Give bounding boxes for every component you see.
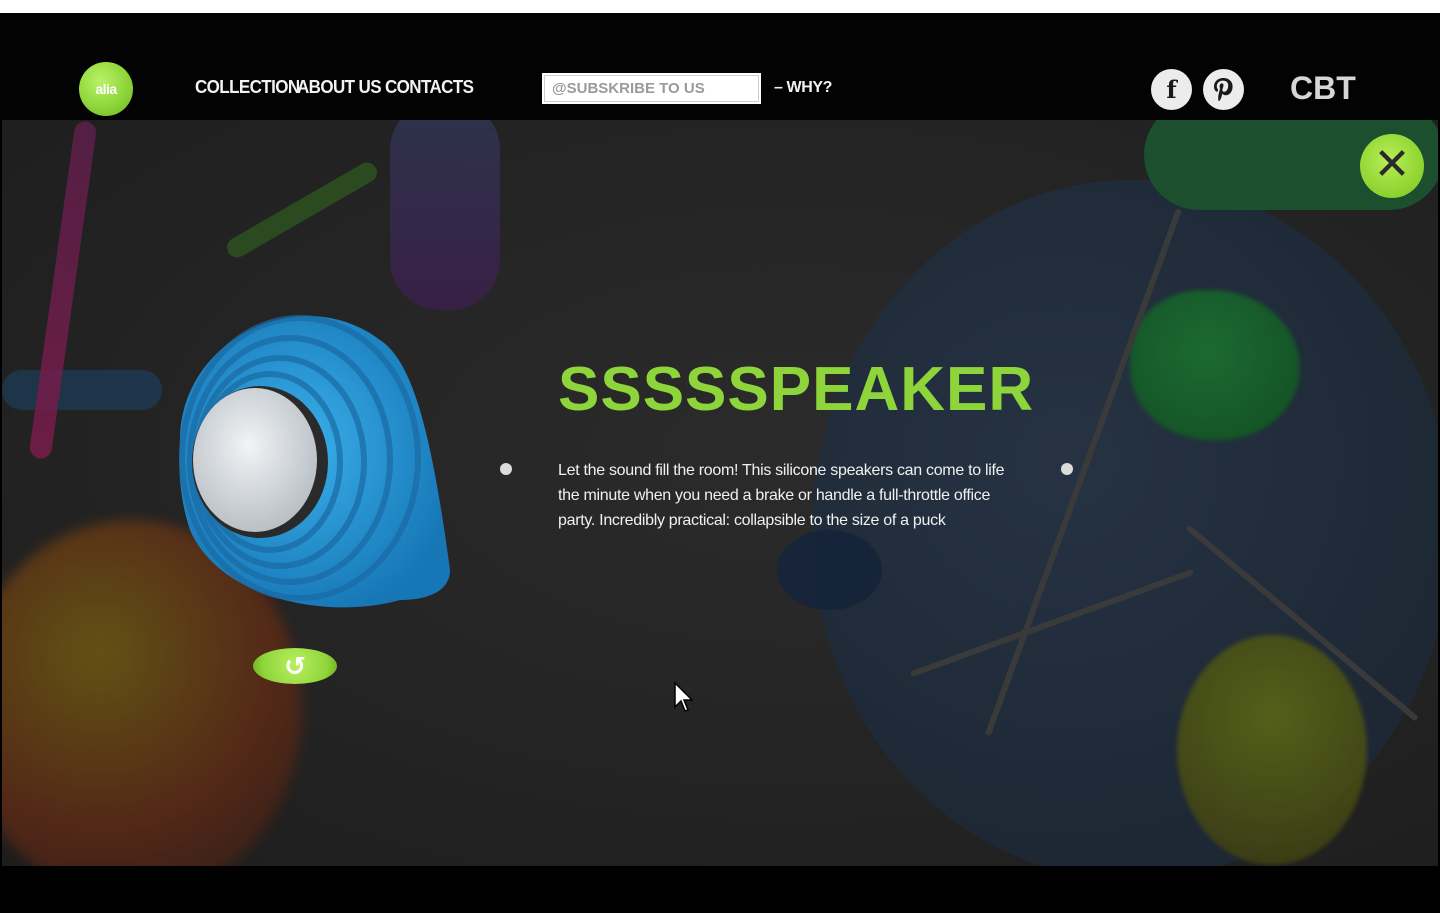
next-dot[interactable] [1061,463,1073,475]
background-blob [777,530,882,610]
top-strip [0,0,1440,13]
nav-contacts[interactable]: CONTACTS [385,77,474,103]
cbt-brand-mark: CBT [1290,70,1356,106]
background-worm [223,158,381,262]
mouse-cursor-icon [674,681,693,712]
pinterest-icon[interactable] [1203,69,1244,110]
product-description: Let the sound fill the room! This silico… [558,462,1005,529]
background-blob [2,370,162,410]
previous-dot[interactable] [500,463,512,475]
subscribe-input[interactable] [542,73,761,104]
speaker-product-image [179,315,450,608]
rotate-button[interactable]: ↺ [253,648,337,684]
nav-collection[interactable]: COLLECTION [195,77,300,103]
why-link[interactable]: – WHY? [774,79,832,97]
product-title: SSSSSPEAKER [558,355,1035,424]
background-blob [390,120,500,310]
facebook-icon[interactable]: f [1151,69,1192,110]
close-button[interactable]: ✕ [1360,134,1424,198]
nav-about-us[interactable]: ABOUT US [297,77,382,103]
brand-logo[interactable]: alia [79,62,133,116]
background-blob [1177,635,1367,865]
pinterest-glyph [1214,78,1233,101]
bottom-bar [0,866,1440,913]
